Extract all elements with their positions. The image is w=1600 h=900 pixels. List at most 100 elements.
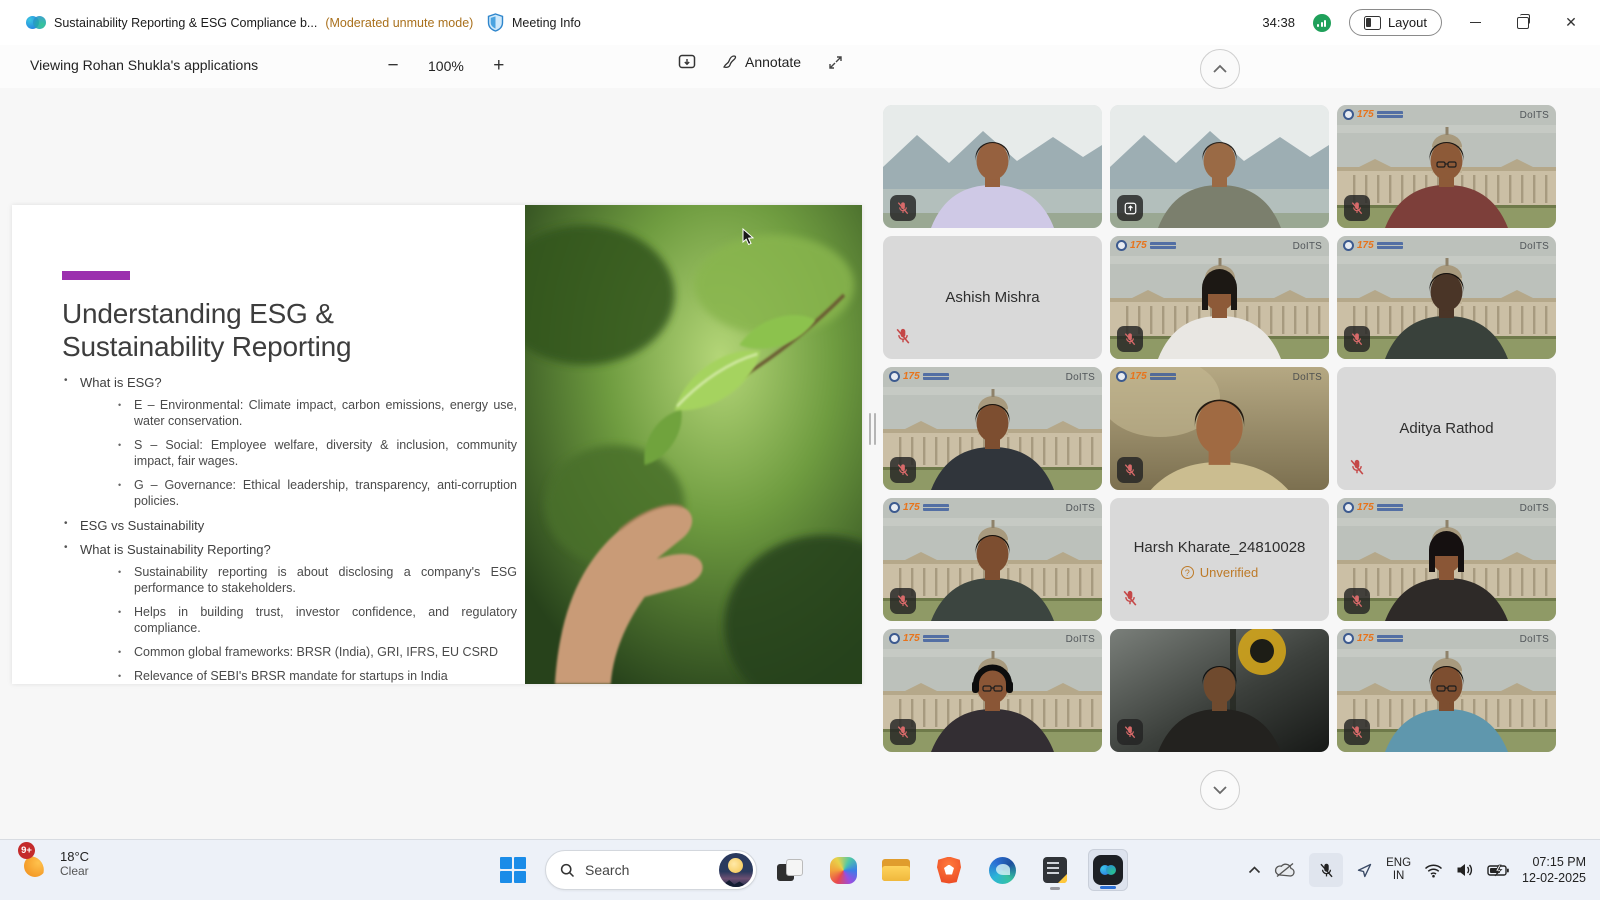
participant-name-tile[interactable]: Harsh Kharate_24810028 ?Unverified bbox=[1110, 498, 1329, 621]
iit-roorkee-logo: 175 bbox=[1116, 240, 1176, 251]
unverified-badge: ?Unverified bbox=[1181, 565, 1259, 580]
iit-roorkee-logo: 175 bbox=[1343, 109, 1403, 120]
brave-button[interactable] bbox=[929, 849, 969, 891]
meeting-info-label: Meeting Info bbox=[512, 16, 581, 30]
doits-watermark: DoITS bbox=[1520, 634, 1549, 645]
annotate-label: Annotate bbox=[745, 54, 801, 70]
iit-roorkee-logo: 175 bbox=[1343, 633, 1403, 644]
expand-icon[interactable] bbox=[827, 54, 844, 71]
layout-grid-icon bbox=[1364, 16, 1381, 30]
search-input[interactable]: Search bbox=[545, 850, 757, 890]
doits-watermark: DoITS bbox=[1066, 503, 1095, 514]
tray-time: 07:15 PM bbox=[1532, 854, 1586, 870]
volume-icon[interactable] bbox=[1456, 862, 1474, 878]
copilot-button[interactable] bbox=[823, 849, 863, 891]
doits-watermark: DoITS bbox=[1520, 110, 1549, 121]
meeting-timer: 34:38 bbox=[1262, 15, 1295, 30]
weather-widget[interactable]: 9+ 18°C Clear bbox=[22, 849, 89, 879]
bing-scene-icon bbox=[719, 853, 753, 887]
chevron-down-icon bbox=[1212, 785, 1228, 795]
mic-muted-icon bbox=[893, 326, 913, 351]
participant-video-tile[interactable]: 175DoITS bbox=[1337, 236, 1556, 359]
participant-name: Aditya Rathod bbox=[1399, 420, 1493, 437]
participant-video-tile[interactable]: 175 DoITS bbox=[883, 498, 1102, 621]
notepad-icon bbox=[1043, 857, 1067, 883]
battery-icon[interactable] bbox=[1487, 864, 1509, 877]
shield-icon bbox=[487, 13, 504, 32]
scroll-up-button[interactable] bbox=[1200, 49, 1240, 89]
sharing-indicator-icon bbox=[1117, 195, 1143, 221]
participant-name-tile[interactable]: Ashish Mishra bbox=[883, 236, 1102, 359]
participant-video-tile[interactable] bbox=[1110, 105, 1329, 228]
iit-roorkee-logo: 175 bbox=[1116, 371, 1176, 382]
start-button[interactable] bbox=[500, 857, 526, 883]
mic-muted-icon bbox=[1344, 326, 1370, 352]
scroll-down-button[interactable] bbox=[1200, 770, 1240, 810]
participant-video-tile[interactable]: 175DoITS bbox=[1110, 367, 1329, 490]
pen-icon bbox=[722, 54, 738, 70]
layout-button[interactable]: Layout bbox=[1349, 9, 1442, 36]
participant-video-tile[interactable]: 175DoITS bbox=[883, 629, 1102, 752]
language-switcher[interactable]: ENG IN bbox=[1386, 857, 1411, 883]
task-view-button[interactable] bbox=[770, 849, 810, 891]
monitor-icon[interactable] bbox=[678, 53, 696, 71]
panel-resize-handle[interactable] bbox=[869, 413, 876, 445]
participant-video-tile[interactable]: 175 DoITS bbox=[883, 367, 1102, 490]
mic-muted-icon bbox=[1347, 457, 1367, 482]
webex-logo bbox=[26, 13, 46, 33]
participant-video-tile[interactable]: 175DoITS bbox=[1337, 498, 1556, 621]
participant-grid: 175 DoITS Ashish Mishra bbox=[883, 105, 1556, 752]
close-button[interactable]: ✕ bbox=[1556, 8, 1586, 38]
weather-condition: Clear bbox=[60, 864, 89, 879]
webex-app-button[interactable] bbox=[1088, 849, 1128, 891]
edge-icon bbox=[989, 857, 1016, 884]
connection-quality-icon[interactable] bbox=[1313, 14, 1331, 32]
iit-roorkee-logo: 175 bbox=[889, 502, 949, 513]
participant-name-tile[interactable]: Aditya Rathod bbox=[1337, 367, 1556, 490]
clock-widget[interactable]: 07:15 PM 12-02-2025 bbox=[1522, 854, 1586, 886]
slide-bullet: What is ESG?E – Environmental: Climate i… bbox=[62, 375, 517, 509]
mic-muted-icon bbox=[890, 588, 916, 614]
moderated-unmute-note: (Moderated unmute mode) bbox=[325, 16, 473, 30]
tray-mic-muted-icon[interactable] bbox=[1309, 853, 1343, 887]
doits-watermark: DoITS bbox=[1293, 241, 1322, 252]
doits-watermark: DoITS bbox=[1066, 372, 1095, 383]
search-icon bbox=[560, 863, 575, 878]
doits-watermark: DoITS bbox=[1520, 503, 1549, 514]
language-line1: ENG bbox=[1386, 857, 1411, 870]
onedrive-paused-icon[interactable] bbox=[1274, 862, 1296, 878]
participant-name: Harsh Kharate_24810028 bbox=[1134, 539, 1306, 556]
slide-sub-bullet: E – Environmental: Climate impact, carbo… bbox=[116, 397, 517, 429]
tray-chevron-up-icon[interactable] bbox=[1248, 866, 1261, 874]
moon-icon: 9+ bbox=[22, 849, 52, 879]
participant-video-tile[interactable] bbox=[1110, 629, 1329, 752]
mic-muted-icon bbox=[890, 719, 916, 745]
zoom-out-button[interactable]: − bbox=[380, 53, 406, 79]
wifi-icon[interactable] bbox=[1424, 863, 1443, 878]
annotate-button[interactable]: Annotate bbox=[722, 54, 801, 70]
iit-roorkee-logo: 175 bbox=[889, 371, 949, 382]
mic-muted-icon bbox=[1344, 195, 1370, 221]
notepad-button[interactable] bbox=[1035, 849, 1075, 891]
language-line2: IN bbox=[1393, 870, 1405, 883]
slide-sub-bullet: Common global frameworks: BRSR (India), … bbox=[116, 644, 517, 660]
file-explorer-button[interactable] bbox=[876, 849, 916, 891]
participant-video-tile[interactable]: 175 DoITS bbox=[1337, 629, 1556, 752]
slide-bullet: ESG vs Sustainability bbox=[62, 518, 517, 533]
restore-button[interactable] bbox=[1508, 8, 1538, 38]
slide-sub-bullet: S – Social: Employee welfare, diversity … bbox=[116, 437, 517, 469]
participant-video-tile[interactable]: 175 DoITS bbox=[1337, 105, 1556, 228]
edge-button[interactable] bbox=[982, 849, 1022, 891]
meeting-info-button[interactable]: Meeting Info bbox=[487, 0, 581, 45]
file-explorer-icon bbox=[882, 859, 910, 881]
slide-sub-bullet: Sustainability reporting is about disclo… bbox=[116, 564, 517, 596]
copilot-icon bbox=[830, 857, 857, 884]
minimize-button[interactable] bbox=[1460, 8, 1490, 38]
zoom-in-button[interactable]: + bbox=[486, 53, 512, 79]
participant-video-tile[interactable]: 175 DoITS bbox=[1110, 236, 1329, 359]
mic-muted-icon bbox=[1344, 588, 1370, 614]
layout-label: Layout bbox=[1388, 15, 1427, 30]
location-icon[interactable] bbox=[1356, 862, 1373, 879]
participant-video-tile[interactable] bbox=[883, 105, 1102, 228]
doits-watermark: DoITS bbox=[1520, 241, 1549, 252]
